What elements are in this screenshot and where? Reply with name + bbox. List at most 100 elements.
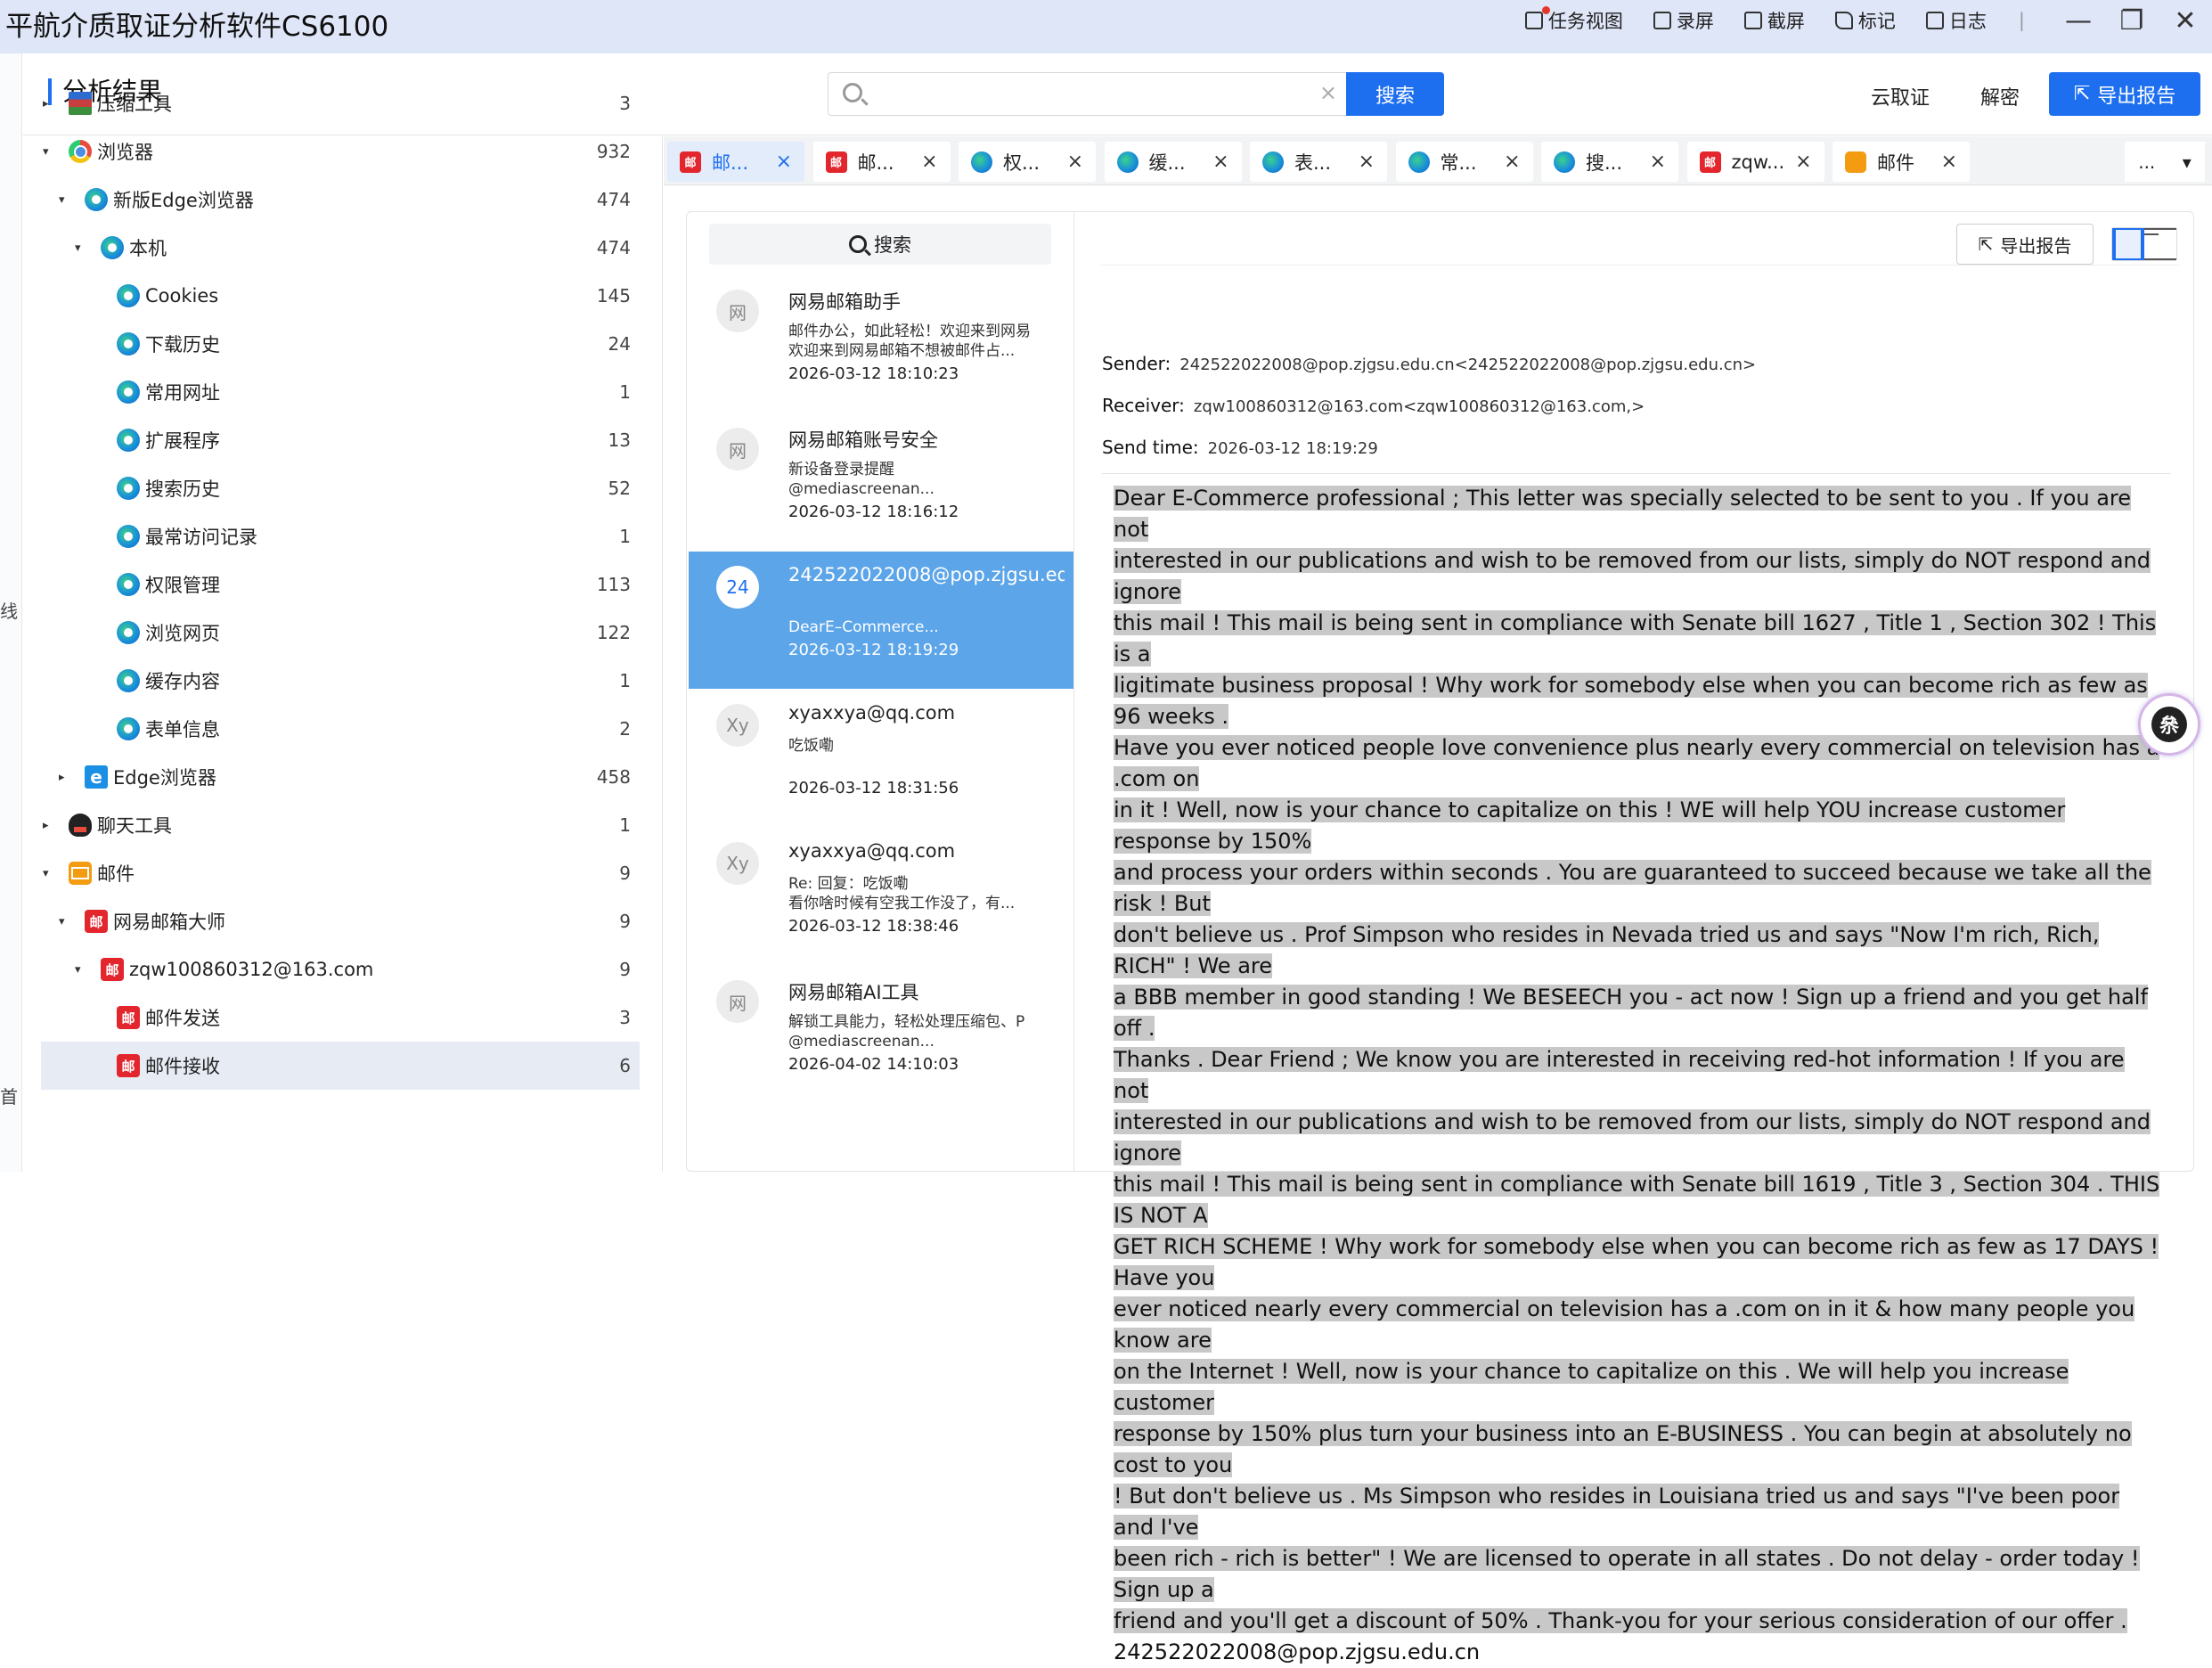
chevron-right-icon[interactable]: ▸ xyxy=(59,771,71,784)
mail-list-item[interactable]: 24 242522022008@pop.zjgsu.edu.cn DearE–Com… xyxy=(689,552,1073,689)
chevron-down-icon[interactable]: ▾ xyxy=(43,867,55,880)
tab-label: 权... xyxy=(1003,151,1041,174)
record-screen-button[interactable]: 录屏 xyxy=(1653,7,1714,34)
mail-search-button[interactable]: 搜索 xyxy=(709,224,1051,265)
tab[interactable]: 邮邮... × xyxy=(812,142,951,182)
log-button[interactable]: 日志 xyxy=(1925,7,1987,34)
tree-item[interactable]: 缓存内容 1 xyxy=(41,657,640,705)
close-tab-icon[interactable]: × xyxy=(1650,151,1666,173)
minimize-button[interactable]: — xyxy=(2052,0,2105,41)
search-input[interactable]: × xyxy=(828,72,1346,116)
tree-item[interactable]: Cookies 145 xyxy=(41,272,640,320)
card-view-button[interactable] xyxy=(2112,228,2144,260)
screenshot-button[interactable]: 截屏 xyxy=(1743,7,1805,34)
mail-list-item[interactable]: Xy xyaxxya@qq.com Re: 回复：吃饭嘞 看你啥时候有空我工作没了，有… xyxy=(689,828,1073,965)
log-label: 日志 xyxy=(1948,11,1987,32)
tree-item[interactable]: 最常访问记录 1 xyxy=(41,512,640,560)
edge-browser-icon xyxy=(117,284,140,307)
close-button[interactable]: ✕ xyxy=(2159,0,2212,41)
chevron-down-icon[interactable]: ▾ xyxy=(59,193,71,207)
mail-list-item[interactable]: 网 网易邮箱账号安全 新设备登录提醒 @mediascreenan... 2026-03… xyxy=(689,413,1073,551)
mail-body-line: don't believe us . Prof Simpson who resi… xyxy=(1114,922,2100,978)
tree-item[interactable]: ▸ 聊天工具 1 xyxy=(41,801,640,849)
tab[interactable]: 缓... × xyxy=(1104,142,1242,182)
tree-item-count: 9 xyxy=(619,863,631,884)
clear-search-icon[interactable]: × xyxy=(1319,80,1337,105)
assistant-icon: 㕘 xyxy=(2151,707,2187,742)
chevron-down-icon[interactable]: ▾ xyxy=(43,145,55,159)
export-report-button[interactable]: ⇱ 导出报告 xyxy=(2049,72,2200,116)
log-icon xyxy=(1925,12,1944,29)
export-report-label: 导出报告 xyxy=(2097,85,2176,108)
task-view-button[interactable]: 任务视图 xyxy=(1524,6,1623,34)
mail-body-line: in it ! Well, now is your chance to capi… xyxy=(1114,797,2066,854)
cloud-forensics-link[interactable]: 云取证 xyxy=(1871,82,1930,110)
decrypt-link[interactable]: 解密 xyxy=(1980,82,2020,110)
tree-item[interactable]: ▾ 邮 zqw100860312@163.com 9 xyxy=(41,945,640,993)
tree-item[interactable]: ▾ 新版Edge浏览器 474 xyxy=(41,176,640,224)
tab[interactable]: 表... × xyxy=(1250,142,1387,182)
tree-item[interactable]: ▸ 压缩工具 3 xyxy=(41,79,640,127)
tree-item[interactable]: ▾ 邮件 9 xyxy=(41,849,640,897)
floating-assistant-button[interactable]: 㕘 xyxy=(2138,693,2200,756)
netease-mail-icon: 邮 xyxy=(825,151,847,173)
tab[interactable]: 邮邮... × xyxy=(667,142,804,182)
detail-export-button[interactable]: ⇱ 导出报告 xyxy=(1956,224,2094,265)
chevron-right-icon[interactable]: ▸ xyxy=(43,819,55,832)
tree-item[interactable]: 权限管理 113 xyxy=(41,560,640,609)
tab-overflow-menu[interactable]: ... ▾ xyxy=(2125,142,2205,182)
tree-item[interactable]: ▸ e Edge浏览器 458 xyxy=(41,753,640,801)
close-tab-icon[interactable]: × xyxy=(776,151,792,173)
send-time-label: Send time: xyxy=(1102,437,1199,458)
card-view-icon xyxy=(2114,228,2143,260)
tree-item[interactable]: 邮邮件接收 6 xyxy=(41,1042,640,1090)
chevron-right-icon[interactable]: ▸ xyxy=(43,97,55,110)
mail-date: 2026-03-12 18:31:56 xyxy=(788,779,959,797)
tab[interactable]: 常... × xyxy=(1395,142,1533,182)
close-tab-icon[interactable]: × xyxy=(1359,151,1375,173)
restore-button[interactable]: ❐ xyxy=(2105,0,2159,41)
tab[interactable]: 邮件 × xyxy=(1832,142,1970,182)
mail-list-item[interactable]: Xy xyaxxya@qq.com 吃饭嘞 2026-03-12 18:31:56 xyxy=(689,690,1073,827)
search-button[interactable]: 搜索 xyxy=(1346,72,1444,116)
tree-item[interactable]: 浏览网页 122 xyxy=(41,609,640,657)
list-view-button[interactable] xyxy=(2144,228,2176,260)
mail-body-line: this mail ! This mail is being sent in c… xyxy=(1114,1172,2160,1228)
tab[interactable]: 权... × xyxy=(959,142,1096,182)
chevron-down-icon[interactable]: ▾ xyxy=(59,915,71,928)
tag-button[interactable]: 标记 xyxy=(1834,7,1896,34)
tree-item-label: 浏览器 xyxy=(97,142,153,163)
mail-body[interactable]: Dear E-Commerce professional ; This lett… xyxy=(1114,483,2165,1668)
tree-item[interactable]: 搜索历史 52 xyxy=(41,464,640,512)
tree-item[interactable]: ▾ 浏览器 932 xyxy=(41,127,640,176)
close-tab-icon[interactable]: × xyxy=(1212,151,1228,173)
chevron-down-icon[interactable]: ▾ xyxy=(75,963,87,977)
close-tab-icon[interactable]: × xyxy=(1795,151,1811,173)
edge-browser-icon xyxy=(1408,151,1430,173)
tree-item[interactable]: 邮邮件发送 3 xyxy=(41,993,640,1042)
tree-item-label: 网易邮箱大师 xyxy=(113,912,225,933)
tree-item[interactable]: 扩展程序 13 xyxy=(41,416,640,464)
divider xyxy=(1102,473,2171,474)
close-tab-icon[interactable]: × xyxy=(1941,151,1957,173)
mail-list-item[interactable]: 网 网易邮箱AI工具 解锁工具能力，轻松处理压缩包、P @mediascreenan.… xyxy=(689,966,1073,1103)
tree-item[interactable]: ▾ 邮网易邮箱大师 9 xyxy=(41,897,640,945)
mail-snippet: @mediascreenan... xyxy=(788,480,935,498)
tab[interactable]: 搜... × xyxy=(1541,142,1678,182)
titlebar-divider: | xyxy=(2018,10,2025,31)
close-tab-icon[interactable]: × xyxy=(1504,151,1520,173)
tree-item[interactable]: 表单信息 2 xyxy=(41,705,640,753)
mail-snippet: 解锁工具能力，轻松处理压缩包、P xyxy=(788,1013,1025,1031)
close-tab-icon[interactable]: × xyxy=(921,151,937,173)
tree-item[interactable]: 下载历史 24 xyxy=(41,320,640,368)
chevron-down-icon[interactable]: ▾ xyxy=(75,241,87,255)
tree-item-count: 458 xyxy=(596,766,631,788)
mail-body-line: Dear E-Commerce professional ; This lett… xyxy=(1114,486,2132,542)
search-icon xyxy=(843,83,862,102)
tab[interactable]: 邮 zqw... × xyxy=(1686,142,1824,182)
mail-list-item[interactable]: 网 网易邮箱助手 邮件办公，如此轻松！欢迎来到网易 欢迎来到网易邮箱不想被邮件占...… xyxy=(689,275,1073,413)
close-tab-icon[interactable]: × xyxy=(1067,151,1083,173)
tree-item-count: 1 xyxy=(619,814,631,836)
tree-item[interactable]: 常用网址 1 xyxy=(41,368,640,416)
tree-item[interactable]: ▾ 本机 474 xyxy=(41,224,640,272)
